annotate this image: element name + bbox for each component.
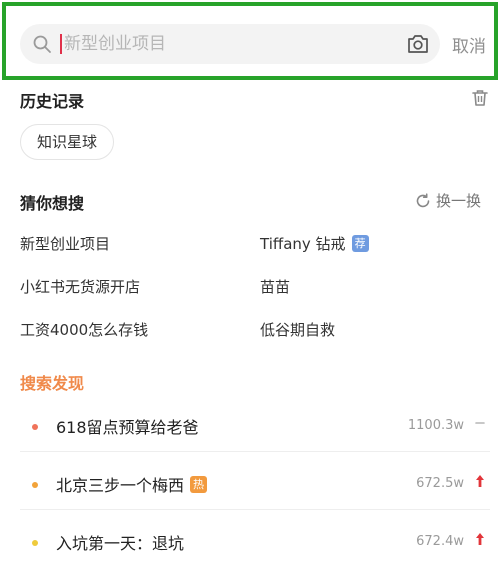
- camera-icon[interactable]: [406, 33, 430, 55]
- guess-item[interactable]: 低谷期自救: [260, 319, 335, 340]
- rank-dot: [32, 540, 38, 546]
- history-title: 历史记录: [20, 92, 85, 111]
- guess-item-label: 苗苗: [260, 278, 291, 296]
- discover-label-wrap: 北京三步一个梅西 热: [56, 472, 208, 496]
- guess-item-label: 工资4000怎么存钱: [20, 321, 149, 339]
- text-cursor: [60, 34, 62, 54]
- discover-label-wrap: 618留点预算给老爸: [56, 414, 199, 438]
- view-count: 672.5w: [416, 476, 464, 491]
- history-chip[interactable]: 知识星球: [20, 124, 115, 160]
- hot-tag: 热: [190, 475, 208, 493]
- trend-up-icon: [476, 475, 484, 487]
- guess-title: 猜你想搜: [20, 194, 85, 213]
- discover-title: 搜索发现: [20, 374, 85, 393]
- rank-dot: [32, 482, 38, 488]
- discover-label: 618留点预算给老爸: [56, 418, 199, 437]
- rank-dot: [32, 424, 38, 430]
- cancel-button[interactable]: 取消: [452, 32, 486, 57]
- guess-item[interactable]: 工资4000怎么存钱: [20, 319, 148, 340]
- trash-icon[interactable]: [470, 88, 490, 108]
- discover-row[interactable]: 618留点预算给老爸 1100.3w: [20, 408, 490, 452]
- search-icon: [33, 35, 51, 53]
- search-box[interactable]: [20, 24, 440, 64]
- guess-item-label: Tiffany 钻戒: [260, 235, 346, 253]
- trend-up-icon: [476, 533, 484, 545]
- refresh-label: 换一换: [436, 192, 482, 210]
- search-input[interactable]: [64, 30, 394, 58]
- discover-label: 入坑第一天：退坑: [56, 534, 185, 553]
- guess-item-label: 新型创业项目: [20, 235, 111, 253]
- guess-item[interactable]: 苗苗: [260, 276, 290, 297]
- guess-item-label: 小红书无货源开店: [20, 278, 141, 296]
- guess-item[interactable]: 小红书无货源开店: [20, 276, 140, 297]
- discover-label-wrap: 入坑第一天：退坑: [56, 530, 184, 554]
- view-count: 1100.3w: [407, 418, 464, 433]
- guess-item[interactable]: Tiffany 钻戒 荐: [260, 233, 369, 254]
- search-bar-container: 取消: [2, 2, 498, 80]
- discover-row[interactable]: 北京三步一个梅西 热 672.5w: [20, 466, 490, 510]
- view-count: 672.4w: [416, 534, 464, 549]
- guess-item-label: 低谷期自救: [260, 321, 336, 339]
- discover-label: 北京三步一个梅西: [56, 476, 185, 495]
- recommend-tag: 荐: [351, 235, 369, 252]
- refresh-button[interactable]: 换一换: [414, 190, 481, 211]
- refresh-icon: [416, 192, 430, 207]
- discover-row[interactable]: 入坑第一天：退坑 672.4w: [20, 524, 490, 568]
- trend-flat-icon: [475, 422, 485, 424]
- guess-item[interactable]: 新型创业项目: [20, 233, 110, 254]
